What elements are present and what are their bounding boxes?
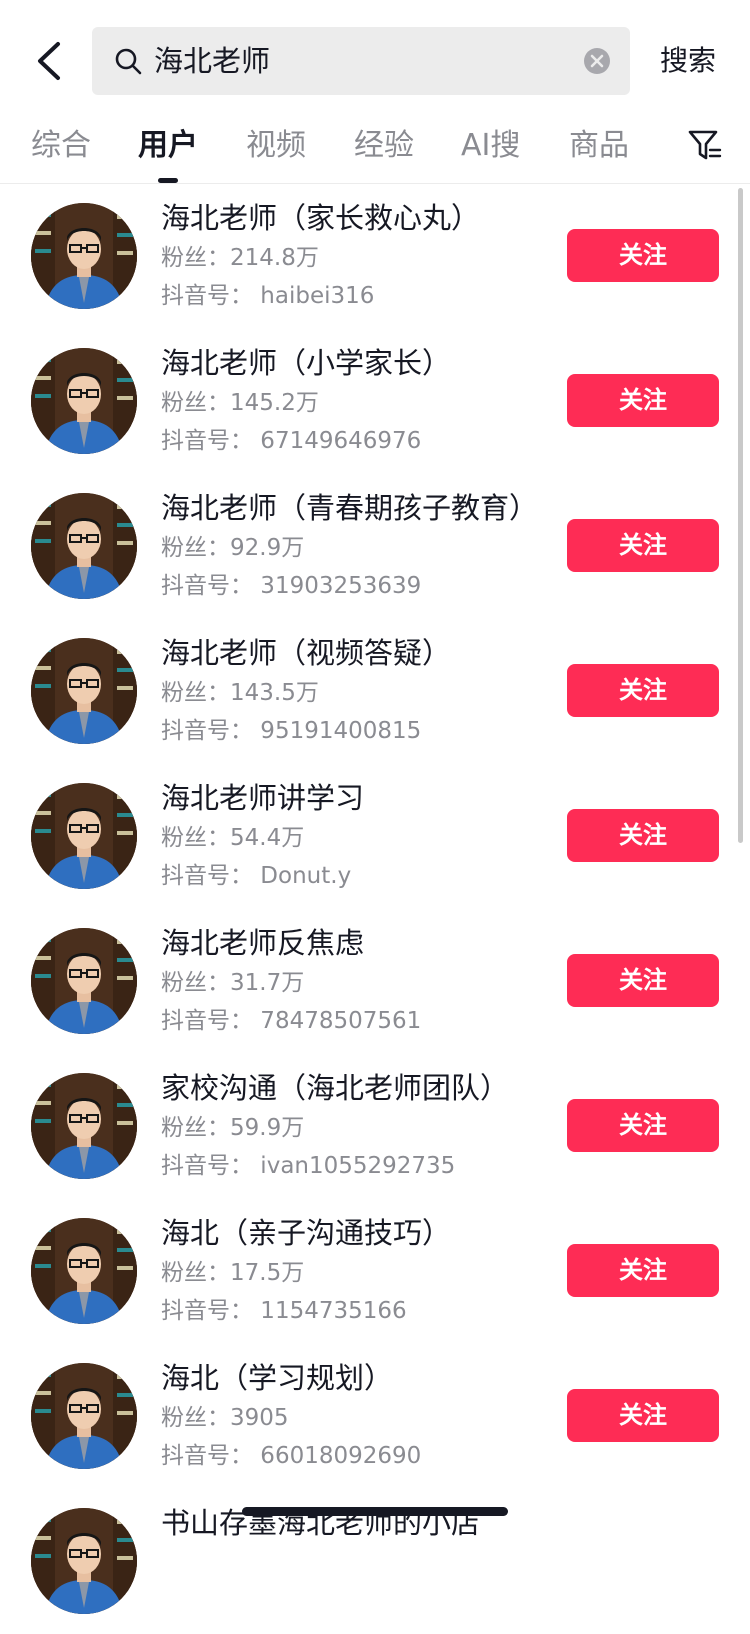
user-row[interactable]: 海北老师（青春期孩子教育） 粉丝：92.9万 抖音号： 31903253639 …	[0, 474, 750, 619]
follower-count: 粉丝：31.7万	[161, 970, 305, 996]
user-row[interactable]: 海北（亲子沟通技巧） 粉丝：17.5万 抖音号： 1154735166 关注	[0, 1199, 750, 1344]
follow-button[interactable]: 关注	[567, 374, 719, 427]
user-row[interactable]: 海北老师（视频答疑） 粉丝：143.5万 抖音号： 95191400815 关注	[0, 619, 750, 764]
tab-comprehensive[interactable]: 综合	[31, 124, 91, 168]
user-name[interactable]: 海北老师（家长救心丸）	[161, 198, 480, 238]
tab-experience[interactable]: 经验	[354, 124, 414, 168]
user-name[interactable]: 海北老师（小学家长）	[161, 343, 451, 383]
avatar[interactable]	[31, 348, 137, 454]
user-name[interactable]: 海北老师（视频答疑）	[161, 633, 451, 673]
search-header: 海北老师 搜索	[0, 0, 750, 120]
user-row[interactable]: 海北老师（家长救心丸） 粉丝：214.8万 抖音号： haibei316 关注	[0, 184, 750, 329]
follower-count: 粉丝：17.5万	[161, 1260, 305, 1286]
avatar[interactable]	[31, 1363, 137, 1469]
douyin-id: 抖音号： 78478507561	[161, 1008, 422, 1034]
tab-users[interactable]: 用户	[138, 124, 198, 168]
follower-count: 粉丝：143.5万	[161, 680, 319, 706]
follow-button[interactable]: 关注	[567, 1389, 719, 1442]
douyin-id: 抖音号： ivan1055292735	[161, 1153, 456, 1179]
douyin-id: 抖音号： 95191400815	[161, 718, 422, 744]
user-row[interactable]: 海北老师（小学家长） 粉丝：145.2万 抖音号： 67149646976 关注	[0, 329, 750, 474]
follow-button[interactable]: 关注	[567, 954, 719, 1007]
tab-ai-search[interactable]: AI搜	[461, 124, 520, 168]
follow-button[interactable]: 关注	[567, 664, 719, 717]
douyin-id: 抖音号： 67149646976	[161, 428, 422, 454]
follower-count: 粉丝：3905	[161, 1405, 289, 1431]
search-input[interactable]: 海北老师	[92, 27, 630, 95]
home-indicator	[242, 1507, 508, 1516]
clear-search-icon[interactable]	[583, 47, 611, 75]
user-row[interactable]: 海北（学习规划） 粉丝：3905 抖音号： 66018092690 关注	[0, 1344, 750, 1489]
user-name[interactable]: 海北老师（青春期孩子教育）	[161, 488, 538, 528]
follower-count: 粉丝：145.2万	[161, 390, 319, 416]
back-arrow-icon[interactable]	[30, 40, 70, 82]
search-query-text[interactable]: 海北老师	[154, 41, 270, 81]
douyin-id: 抖音号： Donut.y	[161, 863, 352, 889]
avatar[interactable]	[31, 203, 137, 309]
follow-button[interactable]: 关注	[567, 519, 719, 572]
douyin-id: 抖音号： 31903253639	[161, 573, 422, 599]
follow-button[interactable]: 关注	[567, 1244, 719, 1297]
avatar[interactable]	[31, 1218, 137, 1324]
user-name[interactable]: 海北老师讲学习	[161, 778, 364, 818]
scrollbar[interactable]	[738, 188, 743, 843]
user-name[interactable]: 家校沟通（海北老师团队）	[161, 1068, 509, 1108]
result-tabs: 综合 用户 视频 经验 AI搜 商品	[0, 120, 750, 183]
douyin-id: 抖音号： 66018092690	[161, 1443, 422, 1469]
follow-button[interactable]: 关注	[567, 229, 719, 282]
avatar[interactable]	[31, 1508, 137, 1614]
user-name[interactable]: 海北（亲子沟通技巧）	[161, 1213, 451, 1253]
search-icon	[115, 48, 142, 75]
user-name[interactable]: 海北老师反焦虑	[161, 923, 364, 963]
douyin-id: 抖音号： haibei316	[161, 283, 375, 309]
follower-count: 粉丝：59.9万	[161, 1115, 305, 1141]
douyin-id: 抖音号： 1154735166	[161, 1298, 407, 1324]
tab-videos[interactable]: 视频	[246, 124, 306, 168]
user-row[interactable]: 家校沟通（海北老师团队） 粉丝：59.9万 抖音号： ivan105529273…	[0, 1054, 750, 1199]
tab-products[interactable]: 商品	[569, 124, 629, 168]
user-row[interactable]: 海北老师讲学习 粉丝：54.4万 抖音号： Donut.y 关注	[0, 764, 750, 909]
search-button[interactable]: 搜索	[660, 41, 716, 81]
follower-count: 粉丝：92.9万	[161, 535, 305, 561]
avatar[interactable]	[31, 783, 137, 889]
avatar[interactable]	[31, 638, 137, 744]
avatar[interactable]	[31, 493, 137, 599]
follower-count: 粉丝：54.4万	[161, 825, 305, 851]
avatar[interactable]	[31, 1073, 137, 1179]
filter-icon[interactable]	[688, 128, 722, 162]
follow-button[interactable]: 关注	[567, 809, 719, 862]
user-name[interactable]: 海北（学习规划）	[161, 1358, 393, 1398]
user-row[interactable]: 海北老师反焦虑 粉丝：31.7万 抖音号： 78478507561 关注	[0, 909, 750, 1054]
follower-count: 粉丝：214.8万	[161, 245, 319, 271]
avatar[interactable]	[31, 928, 137, 1034]
follow-button[interactable]: 关注	[567, 1099, 719, 1152]
